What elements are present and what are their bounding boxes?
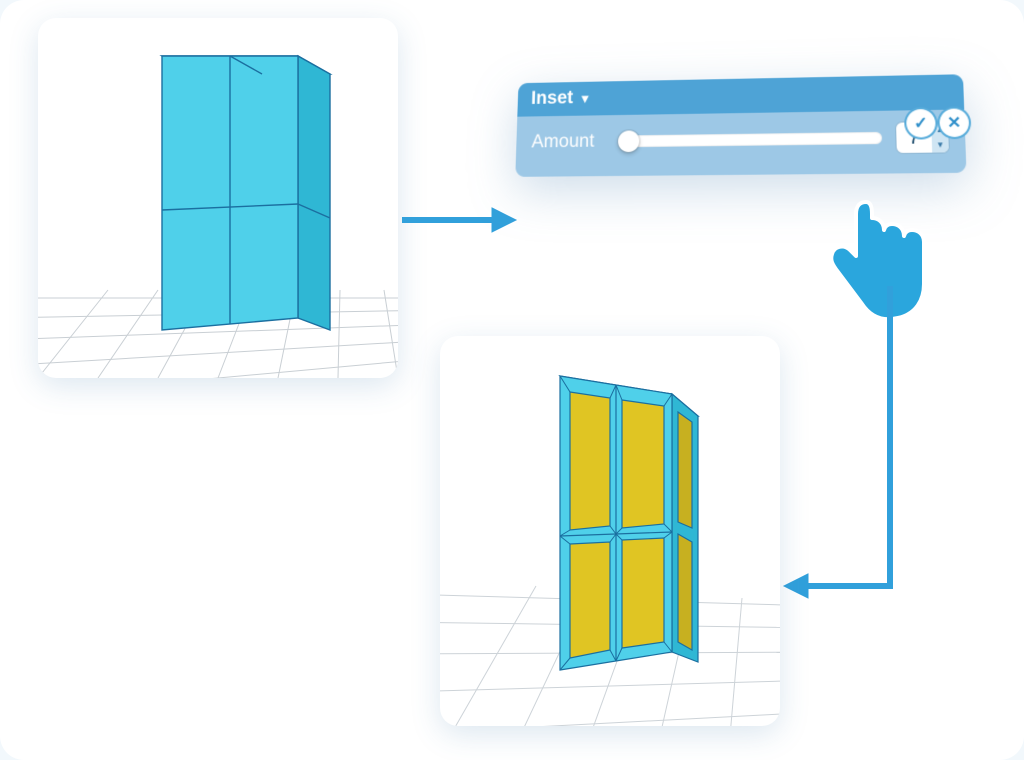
step-down-icon[interactable]: ▼ <box>932 137 949 153</box>
diagram-canvas: Inset ▼ Amount 7 ▲ ▼ ✓ <box>0 0 1024 760</box>
close-icon: ✕ <box>947 113 962 133</box>
confirm-button[interactable]: ✓ <box>906 109 936 138</box>
slider-thumb[interactable] <box>618 130 640 152</box>
amount-label: Amount <box>531 131 608 153</box>
cancel-button[interactable]: ✕ <box>939 108 969 137</box>
before-model-illustration <box>38 18 398 378</box>
inset-tool-panel: Inset ▼ Amount 7 ▲ ▼ ✓ <box>515 74 966 177</box>
check-icon: ✓ <box>914 113 928 133</box>
amount-slider[interactable] <box>622 132 882 147</box>
viewport-before <box>38 18 398 378</box>
viewport-after <box>440 336 780 726</box>
tool-name-label: Inset <box>531 88 574 110</box>
dropdown-icon: ▼ <box>579 91 592 106</box>
arrow-step-2 <box>780 280 960 620</box>
after-model-illustration <box>440 336 780 726</box>
arrow-step-1 <box>398 200 518 240</box>
